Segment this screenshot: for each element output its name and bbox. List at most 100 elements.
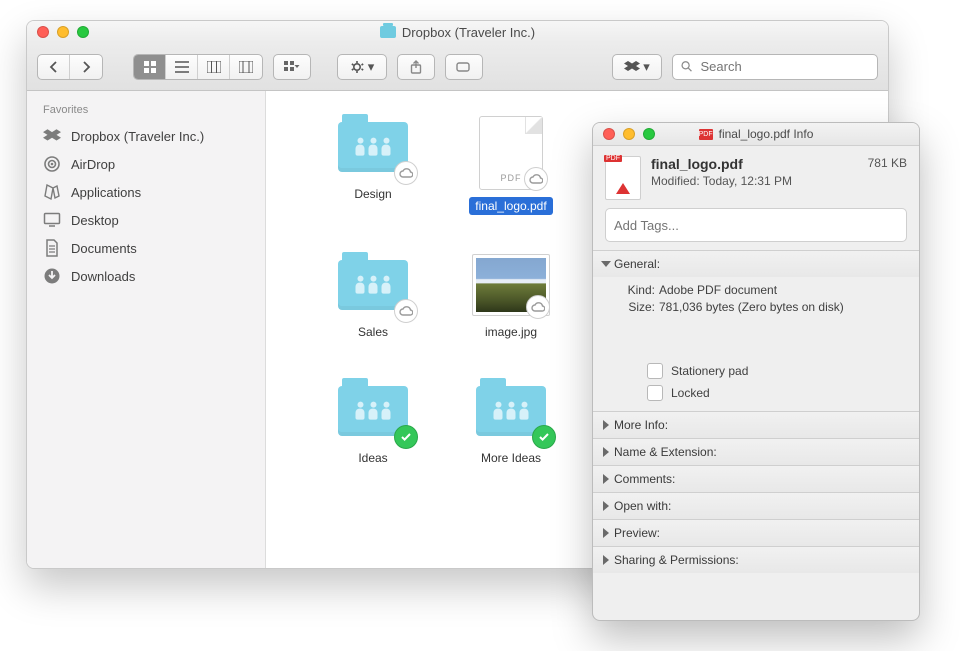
close-icon[interactable] xyxy=(603,128,615,140)
folder-sales[interactable]: Sales xyxy=(304,253,442,341)
disclosure-triangle-icon xyxy=(603,420,609,430)
search-icon xyxy=(681,60,693,73)
sidebar-item-applications[interactable]: Applications xyxy=(27,178,265,206)
section-label: More Info: xyxy=(614,418,668,432)
list-view-button[interactable] xyxy=(166,55,198,79)
disclosure-triangle-icon xyxy=(603,474,609,484)
toolbar: ▾ ▾ xyxy=(27,43,888,91)
sidebar-item-airdrop[interactable]: AirDrop xyxy=(27,150,265,178)
file-final-logo[interactable]: PDF final_logo.pdf xyxy=(442,115,580,215)
section-label: Sharing & Permissions: xyxy=(614,553,739,567)
locked-label: Locked xyxy=(671,386,710,400)
minimize-icon[interactable] xyxy=(57,26,69,38)
section-label: Comments: xyxy=(614,472,675,486)
applications-icon xyxy=(43,183,61,201)
folder-design[interactable]: Design xyxy=(304,115,442,215)
info-size: 781 KB xyxy=(868,156,907,170)
close-icon[interactable] xyxy=(37,26,49,38)
kind-value: Adobe PDF document xyxy=(659,283,777,297)
sidebar-item-label: Applications xyxy=(71,185,141,200)
synced-badge-icon xyxy=(394,425,418,449)
cloud-badge-icon xyxy=(394,299,418,323)
file-label: Ideas xyxy=(352,449,393,467)
minimize-icon[interactable] xyxy=(623,128,635,140)
disclosure-triangle-icon xyxy=(603,501,609,511)
view-mode-segment xyxy=(133,54,263,80)
sidebar-item-label: Documents xyxy=(71,241,137,256)
disclosure-triangle-icon xyxy=(603,447,609,457)
sidebar-item-desktop[interactable]: Desktop xyxy=(27,206,265,234)
info-modified: Modified: Today, 12:31 PM xyxy=(651,174,792,188)
section-more-info[interactable]: More Info: xyxy=(593,412,919,438)
file-label: Design xyxy=(348,185,397,203)
section-label: General: xyxy=(614,257,660,271)
window-title: Dropbox (Traveler Inc.) xyxy=(402,25,535,40)
sidebar-item-label: AirDrop xyxy=(71,157,115,172)
locked-checkbox[interactable] xyxy=(647,385,663,401)
search-input[interactable] xyxy=(699,58,869,75)
section-sharing[interactable]: Sharing & Permissions: xyxy=(593,547,919,573)
file-label: final_logo.pdf xyxy=(469,197,552,215)
info-window-title: final_logo.pdf Info xyxy=(719,127,814,141)
sidebar-item-label: Downloads xyxy=(71,269,135,284)
disclosure-triangle-icon xyxy=(603,555,609,565)
section-name-ext[interactable]: Name & Extension: xyxy=(593,439,919,465)
section-comments[interactable]: Comments: xyxy=(593,466,919,492)
sidebar-item-dropbox[interactable]: Dropbox (Traveler Inc.) xyxy=(27,122,265,150)
sidebar-item-label: Dropbox (Traveler Inc.) xyxy=(71,129,204,144)
tags-input[interactable] xyxy=(606,209,920,241)
synced-badge-icon xyxy=(532,425,556,449)
file-label: Sales xyxy=(352,323,394,341)
zoom-icon[interactable] xyxy=(643,128,655,140)
zoom-icon[interactable] xyxy=(77,26,89,38)
stationery-checkbox[interactable] xyxy=(647,363,663,379)
folder-more-ideas[interactable]: More Ideas xyxy=(442,379,580,467)
arrange-button[interactable] xyxy=(273,54,311,80)
back-button[interactable] xyxy=(38,55,70,79)
dropbox-icon xyxy=(43,127,61,145)
size-value: 781,036 bytes (Zero bytes on disk) xyxy=(659,300,844,314)
info-titlebar: PDF final_logo.pdf Info xyxy=(593,123,919,146)
disclosure-triangle-icon xyxy=(603,528,609,538)
tags-field[interactable] xyxy=(605,208,907,242)
disclosure-triangle-icon xyxy=(601,261,611,267)
icon-view-button[interactable] xyxy=(134,55,166,79)
sidebar: Favorites Dropbox (Traveler Inc.) AirDro… xyxy=(27,91,266,569)
cloud-badge-icon xyxy=(526,295,550,319)
cloud-badge-icon xyxy=(524,167,548,191)
dropbox-menu-button[interactable]: ▾ xyxy=(612,54,662,80)
file-image[interactable]: image.jpg xyxy=(442,253,580,341)
cloud-badge-icon xyxy=(394,161,418,185)
pdf-title-icon: PDF xyxy=(699,129,713,140)
sidebar-item-downloads[interactable]: Downloads xyxy=(27,262,265,290)
kind-label: Kind: xyxy=(621,283,655,297)
section-open-with[interactable]: Open with: xyxy=(593,493,919,519)
titlebar: Dropbox (Traveler Inc.) xyxy=(27,21,888,43)
stationery-label: Stationery pad xyxy=(671,364,748,378)
search-field[interactable] xyxy=(672,54,878,80)
action-button[interactable]: ▾ xyxy=(337,54,387,80)
folder-icon xyxy=(380,26,396,38)
desktop-icon xyxy=(43,211,61,229)
sidebar-header: Favorites xyxy=(27,101,265,122)
coverflow-view-button[interactable] xyxy=(230,55,262,79)
downloads-icon xyxy=(43,267,61,285)
file-label: More Ideas xyxy=(475,449,547,467)
section-label: Open with: xyxy=(614,499,671,513)
share-button[interactable] xyxy=(397,54,435,80)
section-label: Preview: xyxy=(614,526,660,540)
documents-icon xyxy=(43,239,61,257)
section-general[interactable]: General: xyxy=(593,251,919,277)
column-view-button[interactable] xyxy=(198,55,230,79)
sidebar-item-documents[interactable]: Documents xyxy=(27,234,265,262)
forward-button[interactable] xyxy=(70,55,102,79)
size-label: Size: xyxy=(621,300,655,314)
section-preview[interactable]: Preview: xyxy=(593,520,919,546)
airdrop-icon xyxy=(43,155,61,173)
sidebar-item-label: Desktop xyxy=(71,213,119,228)
nav-back-forward xyxy=(37,54,103,80)
info-filename: final_logo.pdf xyxy=(651,156,792,172)
tags-button[interactable] xyxy=(445,54,483,80)
info-window: PDF final_logo.pdf Info PDF final_logo.p… xyxy=(592,122,920,621)
folder-ideas[interactable]: Ideas xyxy=(304,379,442,467)
